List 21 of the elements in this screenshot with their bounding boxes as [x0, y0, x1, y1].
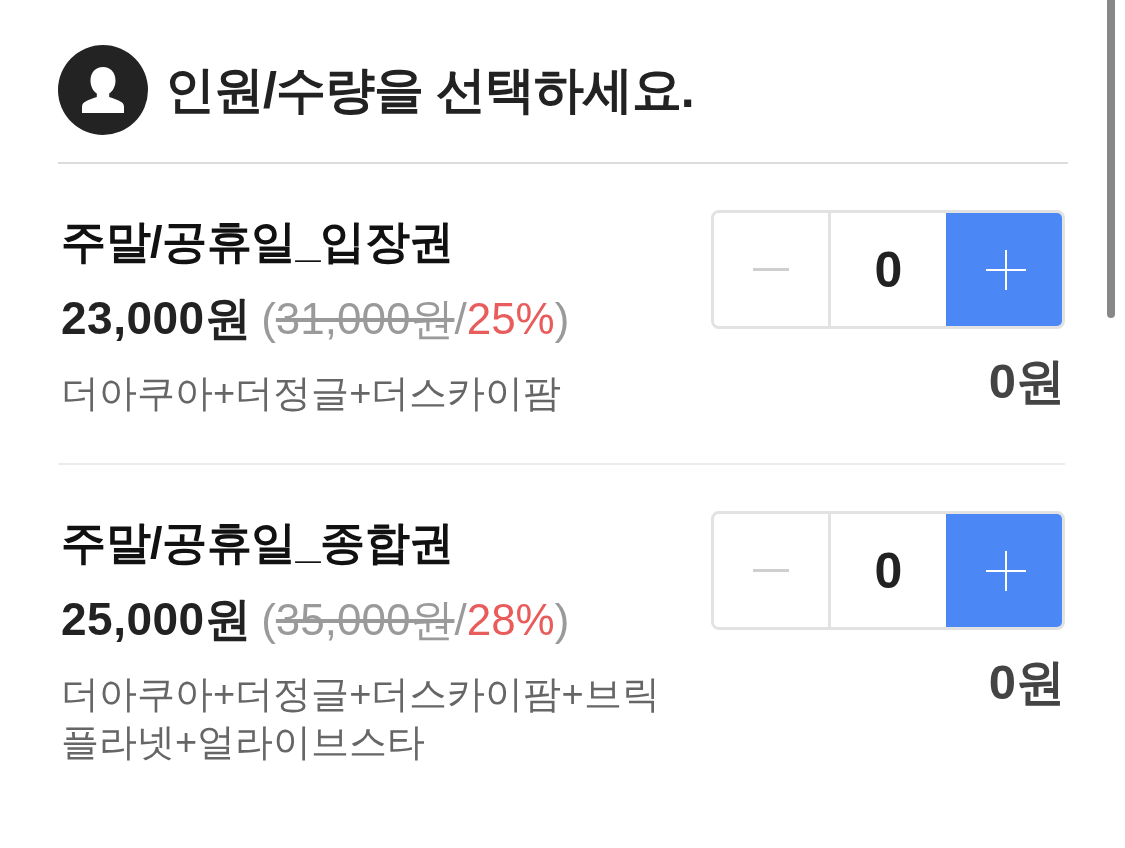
ticket-description: 더아쿠아+더정글+더스카이팜 — [61, 371, 563, 416]
minus-icon — [753, 569, 789, 572]
original-price-note: (35,000원/28%) — [261, 594, 570, 646]
minus-icon — [753, 268, 789, 271]
ticket-name: 주말/공휴일_입장권 — [61, 215, 455, 269]
increase-button[interactable] — [946, 213, 1062, 326]
total-price: 0원 — [988, 654, 1065, 710]
quantity-value: 0 — [873, 541, 904, 601]
original-price-note: (31,000원/25%) — [261, 293, 570, 345]
ticket-description: 더아쿠아+더정글+더스카이팜+브릭플라넷+얼라이브스타 — [61, 672, 661, 765]
quantity-value: 0 — [873, 240, 904, 300]
sale-price: 25,000원 — [61, 592, 252, 647]
sale-price: 23,000원 — [61, 291, 252, 346]
section-title: 인원/수량을 선택하세요. — [165, 61, 694, 120]
plus-icon — [985, 550, 1026, 591]
scrollbar-thumb[interactable] — [1107, 0, 1115, 318]
ticket-name: 주말/공휴일_종합권 — [61, 516, 455, 570]
increase-button[interactable] — [946, 514, 1062, 627]
person-icon — [58, 45, 148, 135]
total-price: 0원 — [988, 353, 1065, 409]
plus-icon — [985, 249, 1026, 290]
